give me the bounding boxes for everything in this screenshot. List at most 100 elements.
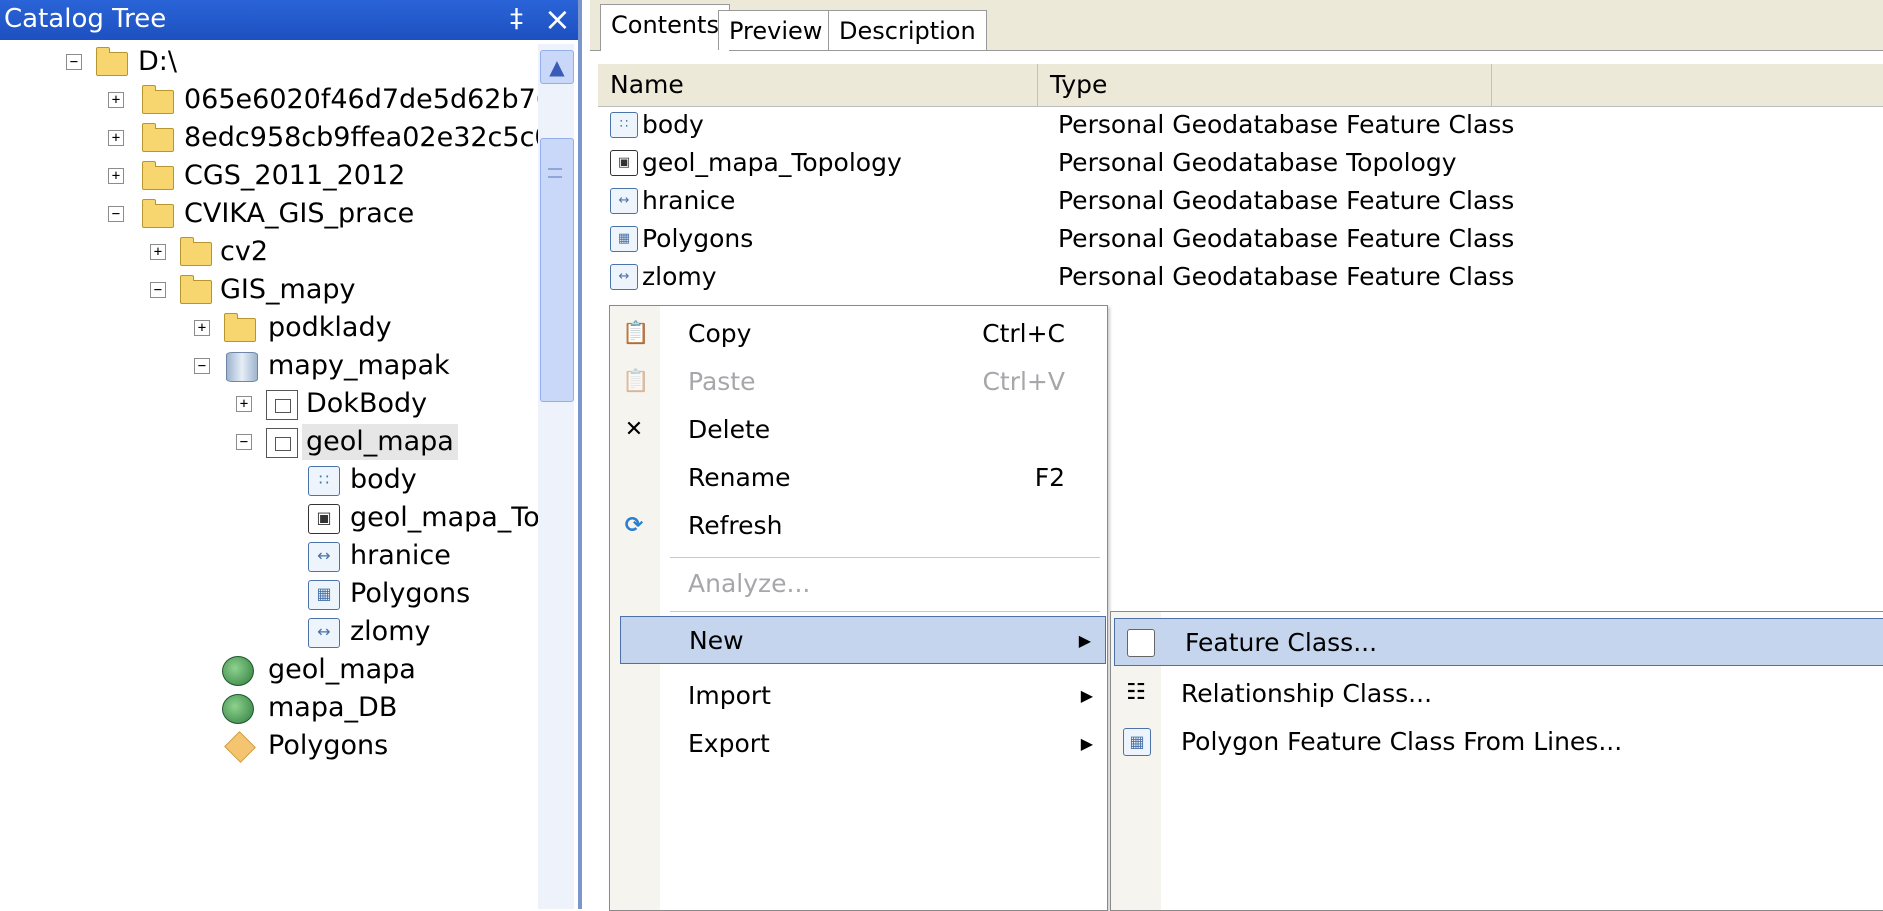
tree-item-feature-class[interactable]: ∷ body: [308, 462, 538, 498]
menu-item-export[interactable]: Export ▶: [610, 720, 1107, 768]
tree-item-dataset[interactable]: + DokBody: [236, 386, 538, 422]
menu-shortcut: F2: [1034, 463, 1065, 492]
item-type: Personal Geodatabase Feature Class: [1058, 186, 1515, 215]
menu-separator: [670, 557, 1100, 558]
column-header-name[interactable]: Name: [598, 64, 1038, 106]
list-item[interactable]: ▦ Polygons Personal Geodatabase Feature …: [598, 220, 1883, 258]
menu-item-new[interactable]: New ▶: [620, 616, 1106, 664]
folder-icon: [142, 123, 174, 152]
folder-icon: [142, 161, 174, 190]
list-item[interactable]: ∷ body Personal Geodatabase Feature Clas…: [598, 106, 1883, 144]
item-type: Personal Geodatabase Feature Class: [1058, 110, 1515, 139]
expand-toggle[interactable]: +: [236, 396, 252, 412]
column-header-row: Name Type: [598, 64, 1883, 107]
tree-item-drive-d[interactable]: − D:\: [66, 44, 536, 80]
tree-item-layer-file[interactable]: Polygons: [222, 728, 538, 764]
collapse-toggle[interactable]: −: [66, 54, 82, 70]
submenu-arrow-icon: ▶: [1080, 686, 1093, 705]
tree-scrollbar[interactable]: ▲: [538, 44, 574, 909]
submenu-item-feature-class[interactable]: Feature Class...: [1114, 618, 1883, 666]
tree-item-geodatabase[interactable]: − mapy_mapak: [194, 348, 538, 384]
expand-toggle[interactable]: +: [108, 168, 124, 184]
tree-item-topology[interactable]: ▣ geol_mapa_Topo: [308, 500, 538, 536]
tree-item-feature-class[interactable]: ↔ zlomy: [308, 614, 538, 650]
item-name: zlomy: [642, 262, 717, 291]
item-type: Personal Geodatabase Topology: [1058, 148, 1457, 177]
scrollbar-grip: [548, 168, 562, 178]
pane-divider[interactable]: [578, 0, 582, 909]
submenu-item-polygon-from-lines[interactable]: ▦ Polygon Feature Class From Lines...: [1111, 718, 1883, 766]
collapse-toggle[interactable]: −: [150, 282, 166, 298]
collapse-toggle[interactable]: −: [108, 206, 124, 222]
menu-item-import[interactable]: Import ▶: [610, 672, 1107, 720]
point-feature-class-icon: ∷: [308, 466, 340, 496]
expand-toggle[interactable]: +: [108, 130, 124, 146]
topology-icon: ▣: [610, 150, 638, 176]
column-header-type[interactable]: Type: [1038, 64, 1492, 106]
collapse-toggle[interactable]: −: [194, 358, 210, 374]
folder-icon: [224, 313, 256, 342]
menu-item-copy[interactable]: 📋 Copy Ctrl+C: [610, 310, 1107, 358]
tree-item-folder[interactable]: + podklady: [194, 310, 538, 346]
menu-item-delete[interactable]: ✕ Delete: [610, 406, 1107, 454]
tree-item-folder[interactable]: + cv2: [150, 234, 538, 270]
pin-icon[interactable]: ‡: [510, 4, 523, 34]
line-feature-class-icon: ↔: [610, 188, 638, 214]
tree-item-dataset-selected[interactable]: − geol_mapa: [236, 424, 538, 460]
tab-contents[interactable]: Contents: [600, 4, 730, 51]
item-name: geol_mapa_Topology: [642, 148, 902, 177]
tab-description[interactable]: Description: [828, 10, 987, 50]
drive-folder-icon: [96, 47, 128, 76]
submenu-arrow-icon: ▶: [1080, 734, 1093, 753]
tree-item-feature-class[interactable]: ▦ Polygons: [308, 576, 538, 612]
list-item[interactable]: ↔ zlomy Personal Geodatabase Feature Cla…: [598, 258, 1883, 296]
tree-item-folder[interactable]: + CGS_2011_2012: [108, 158, 538, 194]
map-document-icon: [222, 694, 254, 724]
menu-item-rename[interactable]: Rename F2: [610, 454, 1107, 502]
catalog-tree-title: Catalog Tree: [4, 4, 167, 34]
expand-toggle[interactable]: +: [150, 244, 166, 260]
context-menu: 📋 Copy Ctrl+C 📋 Paste Ctrl+V ✕ Delete Re…: [609, 305, 1108, 911]
tree-item-label: 065e6020f46d7de5d62b76383f2: [184, 84, 538, 115]
tree-item-label: 8edc958cb9ffea02e32c5c05a28e: [184, 122, 538, 153]
tree-item-folder[interactable]: + 8edc958cb9ffea02e32c5c05a28e: [108, 120, 538, 156]
polygon-feature-class-icon: ▦: [610, 226, 638, 252]
tree-item-map-document[interactable]: geol_mapa: [222, 652, 538, 688]
tree-item-folder[interactable]: − GIS_mapy: [150, 272, 538, 308]
menu-item-label: New: [689, 626, 744, 655]
tree-item-label: body: [350, 464, 417, 495]
expand-toggle[interactable]: +: [108, 92, 124, 108]
tab-preview[interactable]: Preview: [718, 10, 834, 50]
list-item[interactable]: ↔ hranice Personal Geodatabase Feature C…: [598, 182, 1883, 220]
tree-item-feature-class[interactable]: ↔ hranice: [308, 538, 538, 574]
folder-icon: [142, 199, 174, 228]
line-feature-class-icon: ↔: [610, 264, 638, 290]
scroll-up-arrow-icon[interactable]: ▲: [540, 50, 574, 84]
tree-item-folder[interactable]: − CVIKA_GIS_prace: [108, 196, 538, 232]
close-icon[interactable]: ×: [544, 0, 571, 38]
tree-item-map-document[interactable]: mapa_DB: [222, 690, 538, 726]
menu-item-refresh[interactable]: ⟳ Refresh: [610, 502, 1107, 550]
tree-item-label: mapa_DB: [268, 692, 398, 723]
submenu-item-relationship-class[interactable]: ☷ Relationship Class...: [1111, 670, 1883, 718]
item-type: Personal Geodatabase Feature Class: [1058, 262, 1515, 291]
delete-x-icon: ✕: [624, 417, 644, 442]
point-feature-class-icon: ∷: [610, 112, 638, 138]
relationship-class-icon: ☷: [1126, 680, 1146, 705]
menu-item-label: Refresh: [688, 511, 783, 540]
collapse-toggle[interactable]: −: [236, 434, 252, 450]
tree-item-label: geol_mapa: [268, 654, 416, 685]
menu-item-paste[interactable]: 📋 Paste Ctrl+V: [610, 358, 1107, 406]
map-document-icon: [222, 656, 254, 686]
item-name: body: [642, 110, 704, 139]
topology-icon: ▣: [308, 504, 340, 534]
expand-toggle[interactable]: +: [194, 320, 210, 336]
tree-item-folder[interactable]: + 065e6020f46d7de5d62b76383f2: [108, 82, 538, 118]
tab-strip: Contents Preview Description: [590, 0, 1883, 51]
tree-item-label: cv2: [220, 236, 269, 267]
catalog-tree-pane: Catalog Tree ‡ × − D:\ + 065e6020f46d7de…: [0, 0, 582, 909]
submenu-arrow-icon: ▶: [1078, 631, 1091, 650]
list-item[interactable]: ▣ geol_mapa_Topology Personal Geodatabas…: [598, 144, 1883, 182]
folder-icon: [142, 85, 174, 114]
menu-item-analyze[interactable]: Analyze...: [610, 560, 1107, 608]
